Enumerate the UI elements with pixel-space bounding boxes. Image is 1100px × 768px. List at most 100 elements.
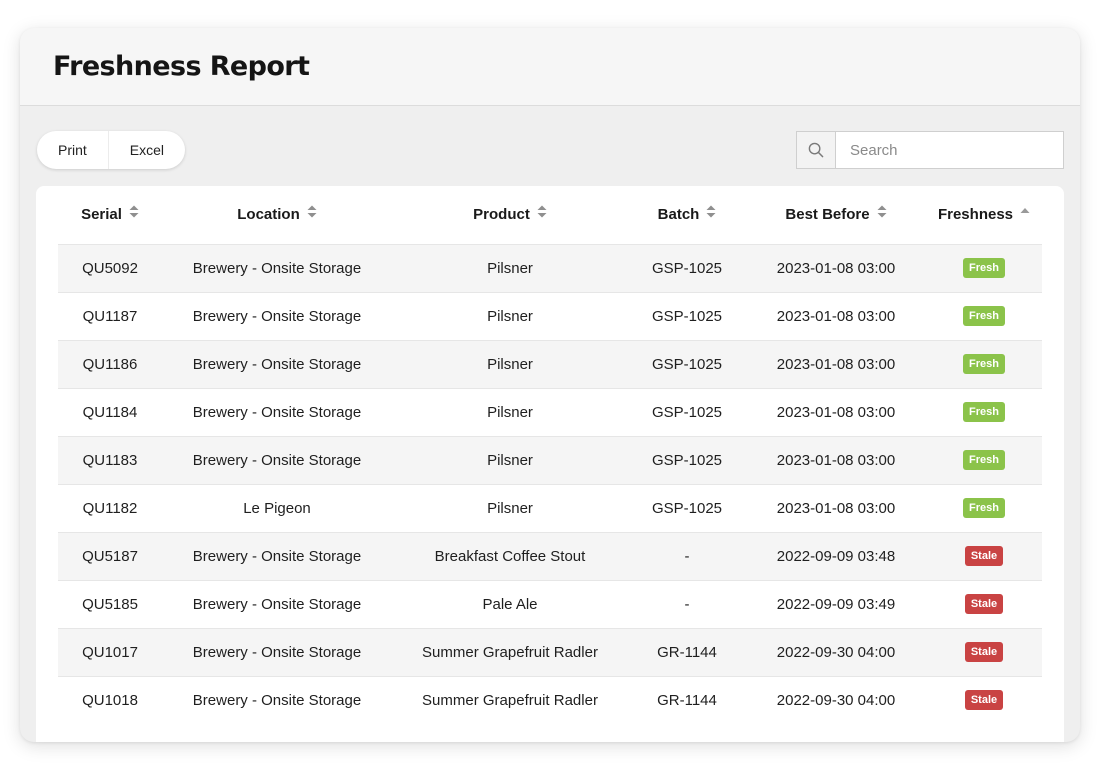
batch-cell: GSP-1025 [628, 387, 746, 436]
page-title: Freshness Report [53, 51, 310, 82]
sort-icon [307, 205, 317, 222]
column-header-serial[interactable]: Serial [58, 186, 162, 244]
serial-cell: QU1017 [58, 627, 162, 676]
best-before-cell: 2023-01-08 03:00 [746, 483, 926, 532]
product-cell: Pilsner [392, 243, 628, 292]
serial-cell: QU1184 [58, 387, 162, 436]
table-body: QU5092 Brewery - Onsite Storage Pilsner GSP… [58, 243, 1042, 724]
status-badge: Stale [964, 690, 1004, 711]
table-row[interactable]: QU1017 Brewery - Onsite Storage Summer Gra… [58, 627, 1042, 676]
status-badge: Fresh [963, 258, 1005, 278]
product-cell: Pilsner [392, 483, 628, 532]
batch-cell: GR-1144 [628, 675, 746, 724]
sort-icon [129, 205, 139, 222]
product-cell: Pilsner [392, 291, 628, 340]
status-badge: Fresh [963, 450, 1005, 470]
best-before-cell: 2023-01-08 03:00 [746, 339, 926, 388]
batch-cell: - [628, 579, 746, 628]
location-cell: Brewery - Onsite Storage [162, 291, 392, 340]
sort-icon [537, 205, 547, 222]
product-cell: Pale Ale [392, 579, 628, 628]
location-cell: Brewery - Onsite Storage [162, 435, 392, 484]
table-row[interactable]: QU5185 Brewery - Onsite Storage Pale Ale -2… [58, 579, 1042, 628]
sort-icon [706, 205, 716, 222]
card-header: Freshness Report [20, 28, 1080, 106]
freshness-cell: Fresh [926, 339, 1042, 388]
column-header-best-before[interactable]: Best Before [746, 186, 926, 244]
status-badge: Stale [964, 546, 1004, 566]
batch-cell: GSP-1025 [628, 483, 746, 532]
column-header-product[interactable]: Product [392, 186, 628, 244]
table-row[interactable]: QU1187 Brewery - Onsite Storage Pilsner GSP… [58, 291, 1042, 340]
column-header-label: Product [473, 206, 530, 224]
freshness-cell: Stale [926, 627, 1042, 676]
export-button-group: Print Excel [37, 131, 186, 169]
table-row[interactable]: QU5187 Brewery - Onsite Storage Breakfast … [58, 531, 1042, 580]
serial-cell: QU1182 [58, 483, 162, 532]
table-row[interactable]: QU1186 Brewery - Onsite Storage Pilsner GSP… [58, 339, 1042, 388]
freshness-cell: Fresh [926, 483, 1042, 532]
batch-cell: GSP-1025 [628, 435, 746, 484]
serial-cell: QU5187 [58, 531, 162, 580]
column-header-label: Freshness [937, 206, 1014, 224]
table-row[interactable]: QU1182 Le Pigeon Pilsner GSP-1025 2023-01-08… [58, 483, 1042, 532]
freshness-cell: Fresh [926, 435, 1042, 484]
serial-cell: QU1186 [58, 339, 162, 388]
batch-cell: GSP-1025 [628, 243, 746, 292]
search-box [796, 131, 1064, 169]
serial-cell: QU1018 [58, 675, 162, 724]
location-cell: Le Pigeon [162, 483, 392, 532]
best-before-cell: 2022-09-09 03:49 [746, 579, 926, 628]
location-cell: Brewery - Onsite Storage [162, 627, 392, 676]
freshness-cell: Stale [926, 531, 1042, 580]
column-header-freshness[interactable]: Freshness [926, 186, 1042, 244]
freshness-cell: Stale [926, 675, 1042, 724]
serial-cell: QU1183 [58, 435, 162, 484]
status-badge: Fresh [963, 402, 1005, 422]
serial-cell: QU1187 [58, 291, 162, 340]
best-before-cell: 2022-09-30 04:00 [746, 675, 926, 724]
location-cell: Brewery - Onsite Storage [162, 387, 392, 436]
freshness-table: Serial Location Product Batch Best Before Fre… [58, 186, 1042, 724]
batch-cell: GSP-1025 [628, 339, 746, 388]
product-cell: Pilsner [392, 435, 628, 484]
table-row[interactable]: QU5092 Brewery - Onsite Storage Pilsner GSP… [58, 243, 1042, 292]
column-header-label: Batch [657, 206, 700, 224]
column-header-label: Location [237, 206, 300, 224]
freshness-cell: Fresh [926, 387, 1042, 436]
table-row[interactable]: QU1184 Brewery - Onsite Storage Pilsner GSP… [58, 387, 1042, 436]
search-input[interactable] [836, 132, 1063, 168]
best-before-cell: 2023-01-08 03:00 [746, 243, 926, 292]
table-panel: Serial Location Product Batch Best Before Fre… [36, 186, 1064, 742]
column-header-label: Best Before [785, 206, 870, 224]
status-badge: Fresh [963, 498, 1005, 518]
column-header-batch[interactable]: Batch [628, 186, 746, 244]
table-row[interactable]: QU1018 Brewery - Onsite Storage Summer Gra… [58, 675, 1042, 724]
best-before-cell: 2022-09-09 03:48 [746, 531, 926, 580]
location-cell: Brewery - Onsite Storage [162, 531, 392, 580]
excel-button[interactable]: Excel [107, 131, 185, 169]
product-cell: Summer Grapefruit Radler [392, 627, 628, 676]
status-badge: Stale [964, 594, 1004, 614]
product-cell: Pilsner [392, 339, 628, 388]
freshness-cell: Fresh [926, 243, 1042, 292]
column-header-label: Serial [81, 206, 122, 224]
toolbar: Print Excel [20, 106, 1080, 186]
best-before-cell: 2023-01-08 03:00 [746, 387, 926, 436]
batch-cell: GSP-1025 [628, 291, 746, 340]
print-button[interactable]: Print [37, 131, 108, 169]
product-cell: Summer Grapefruit Radler [392, 675, 628, 724]
product-cell: Pilsner [392, 387, 628, 436]
freshness-cell: Stale [926, 579, 1042, 628]
sort-icon [877, 205, 887, 222]
sort-ascending-icon [1020, 205, 1030, 222]
best-before-cell: 2023-01-08 03:00 [746, 435, 926, 484]
serial-cell: QU5185 [58, 579, 162, 628]
table-row[interactable]: QU1183 Brewery - Onsite Storage Pilsner GSP… [58, 435, 1042, 484]
location-cell: Brewery - Onsite Storage [162, 675, 392, 724]
batch-cell: - [628, 531, 746, 580]
best-before-cell: 2023-01-08 03:00 [746, 291, 926, 340]
batch-cell: GR-1144 [628, 627, 746, 676]
column-header-location[interactable]: Location [162, 186, 392, 244]
search-icon[interactable] [797, 132, 836, 168]
